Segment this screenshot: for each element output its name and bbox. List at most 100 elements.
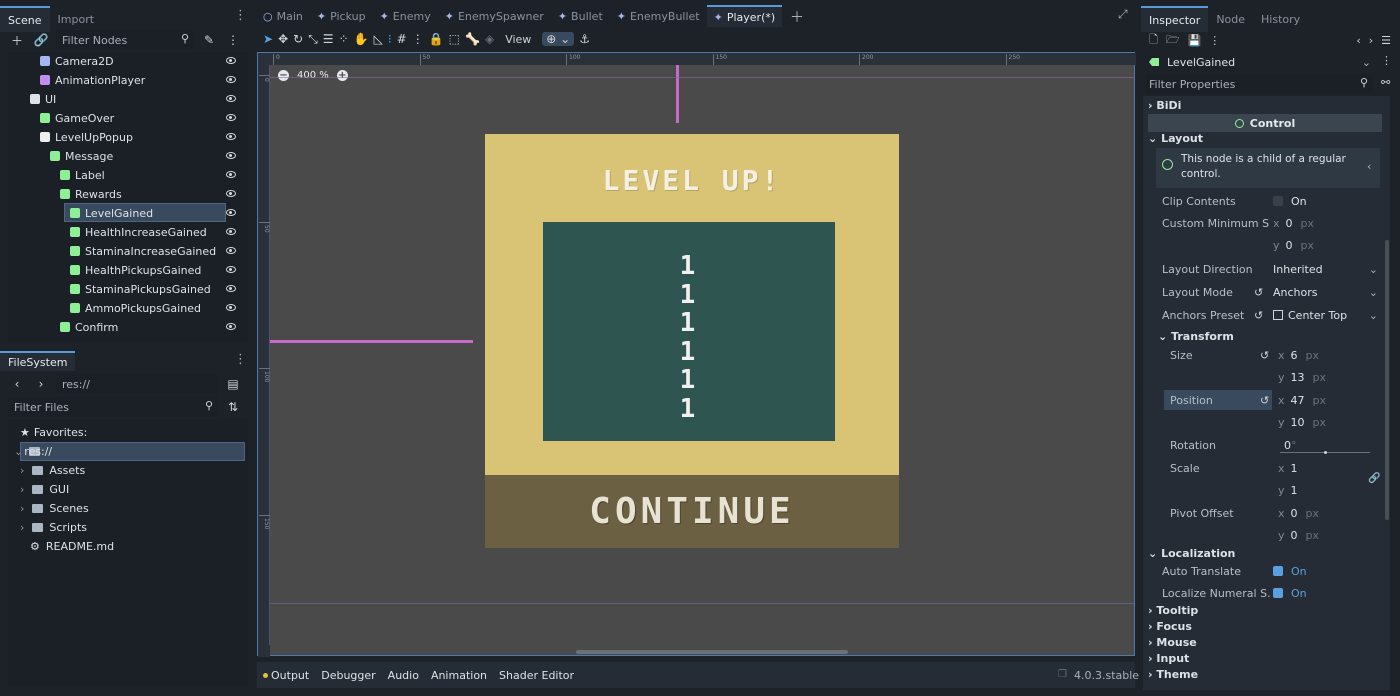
scene-node-rewards[interactable]: Rewards [60,185,240,203]
copy-icon[interactable]: ❐ [1058,669,1067,680]
fs-folder-scripts[interactable]: › Scripts [14,518,87,536]
view-toggle-icon[interactable]: ▤ [224,375,242,393]
prop-layout-direction[interactable]: Layout Direction Inherited ⌄ [1148,258,1382,280]
bone-icon[interactable]: 🦴 [465,32,480,46]
scene-node-healthincreasegained[interactable]: HealthIncreaseGained [70,223,240,241]
size-x[interactable]: x 6 px [1278,349,1319,362]
link-icon[interactable]: 🔗 [32,31,50,49]
forward-icon[interactable]: › [32,375,50,393]
prop-layout-mode[interactable]: Layout Mode ↺ Anchors ⌄ [1148,281,1382,303]
continue-button[interactable]: CONTINUE [485,475,899,548]
section-mouse[interactable]: › Mouse [1148,636,1382,652]
visibility-eye-icon[interactable] [226,209,236,216]
select-tool-icon[interactable]: ➤ [263,32,273,46]
scene-menu-icon[interactable]: ⋮ [224,31,242,49]
scene-node-leveluppopup[interactable]: LevelUpPopup [40,128,240,146]
rewards-panel[interactable]: 111111 [543,222,835,441]
grid-snap-icon[interactable]: # [397,32,407,46]
prop-scale-y[interactable]: y1 [1148,479,1382,501]
scene-node-ammopickupsgained[interactable]: AmmoPickupsGained [70,299,240,317]
tab-history[interactable]: History [1253,6,1308,32]
node-selector[interactable]: LevelGained ⌄ [1145,53,1371,71]
prop-pivot-offset[interactable]: Pivot Offset x 0 px [1148,502,1382,524]
anchor-down-icon[interactable]: ⚓ [579,32,590,46]
history-back-icon[interactable]: ‹ [1356,34,1360,47]
editor-tab-main[interactable]: ○ Main [256,5,310,27]
fs-folder-gui[interactable]: › GUI [14,480,69,498]
ruler-tool-icon[interactable]: ◺ [374,32,383,46]
prop-clip-contents[interactable]: Clip Contents On [1148,190,1382,212]
slider-grabber[interactable] [1324,451,1327,454]
rotate-tool-icon[interactable]: ↻ [293,32,303,46]
section-layout[interactable]: ⌄ Layout [1148,132,1382,148]
snap-icon[interactable]: ⁝ [388,32,392,46]
resource-menu-icon[interactable]: ⋮ [1209,34,1220,47]
filter-nodes-input[interactable]: Filter Nodes ⚲ [56,30,194,50]
filesystem-menu-icon[interactable]: ⋮ [234,352,247,367]
visibility-eye-icon[interactable] [226,266,236,273]
horizontal-scrollbar[interactable] [576,650,848,654]
revert-icon[interactable]: ↺ [1260,349,1269,362]
filter-files-input[interactable]: Filter Files ⚲ [8,397,218,417]
visibility-eye-icon[interactable] [226,190,236,197]
prop-size[interactable]: Size ↺ x 6 px [1148,344,1382,366]
fs-root[interactable]: ⌄ res:// [14,442,52,460]
rotation-value[interactable]: 0 ° [1284,439,1297,452]
back-icon[interactable]: ‹ [8,375,26,393]
visibility-eye-icon[interactable] [226,323,236,330]
anchors-preset-value[interactable]: Center Top [1273,309,1347,322]
editor-tab-enemy[interactable]: ✦ Enemy [373,5,438,27]
revert-icon[interactable]: ↺ [1254,309,1263,322]
tab-node[interactable]: Node [1208,6,1253,32]
prop-custom-min-size[interactable]: Custom Minimum S... x 0 px [1148,212,1382,234]
bottom-tab-shader-editor[interactable]: Shader Editor [499,669,574,682]
scene-node-confirm[interactable]: Confirm [60,318,240,336]
editor-tab-player[interactable]: ✦ Player(*) [706,5,783,27]
path-field[interactable]: res:// [56,374,218,394]
view-menu[interactable]: View [505,33,531,46]
position-y[interactable]: y 10 px [1278,416,1326,429]
scale-x[interactable]: x1 [1278,462,1298,475]
canvas-viewport[interactable]: 050100150200250300 050100150 − 400 % + L… [257,52,1166,657]
zoom-in-icon[interactable]: + [336,70,348,81]
scene-node-label[interactable]: Label [60,166,240,184]
prop-localize-numeral[interactable]: Localize Numeral S... On [1148,582,1382,604]
section-focus[interactable]: › Focus [1148,620,1382,636]
section-input[interactable]: › Input [1148,652,1382,668]
rotation-slider[interactable] [1280,451,1370,454]
visibility-icon[interactable]: ◈ [485,32,494,46]
scene-dock-menu-icon[interactable]: ⋮ [234,8,247,23]
zoom-level[interactable]: 400 % [297,70,329,81]
localize-numeral-value[interactable]: On [1273,587,1307,600]
lock-icon[interactable]: 🔒 [429,32,444,46]
anchor-preset-icon[interactable]: ⊕ ⌄ [542,32,575,46]
scene-node-staminaincreasegained[interactable]: StaminaIncreaseGained [70,242,240,260]
visibility-eye-icon[interactable] [226,133,236,140]
scene-node-gameover[interactable]: GameOver [40,109,240,127]
revert-icon[interactable]: ↺ [1260,394,1269,407]
bottom-tab-animation[interactable]: Animation [431,669,487,682]
pan-tool-icon[interactable]: ✋ [354,32,369,46]
pivot-tool-icon[interactable]: ⁘ [339,32,349,46]
bottom-tab-audio[interactable]: Audio [388,669,419,682]
scene-node-animationplayer[interactable]: AnimationPlayer [40,71,240,89]
layout-mode-value[interactable]: Anchors [1273,286,1318,299]
tab-inspector[interactable]: Inspector [1141,6,1209,32]
prop-rotation[interactable]: Rotation 0 ° [1148,434,1382,456]
layout-direction-value[interactable]: Inherited [1273,263,1323,276]
menu-icon[interactable]: ⋮ [1381,54,1392,67]
filter-properties-input[interactable]: Filter Properties ⚲ [1145,74,1373,94]
history-forward-icon[interactable]: › [1369,34,1373,47]
prop-position-y[interactable]: y 10 px [1148,411,1382,433]
open-resource-icon[interactable]: 🗁 [1166,31,1180,50]
section-tooltip[interactable]: › Tooltip [1148,604,1382,620]
visibility-eye-icon[interactable] [226,57,236,64]
size-y[interactable]: y 13 px [1278,371,1326,384]
prop-scale[interactable]: Scale x1 [1148,457,1382,479]
custom-min-size-x[interactable]: x 0 px [1273,217,1314,230]
move-tool-icon[interactable]: ✥ [278,32,288,46]
prop-pivot-offset-y[interactable]: y 0 px [1148,524,1382,546]
collapse-icon[interactable]: ‹ [1367,160,1371,173]
fs-folder-scenes[interactable]: › Scenes [14,499,89,517]
fs-favorites[interactable]: ★ Favorites: [14,423,87,441]
